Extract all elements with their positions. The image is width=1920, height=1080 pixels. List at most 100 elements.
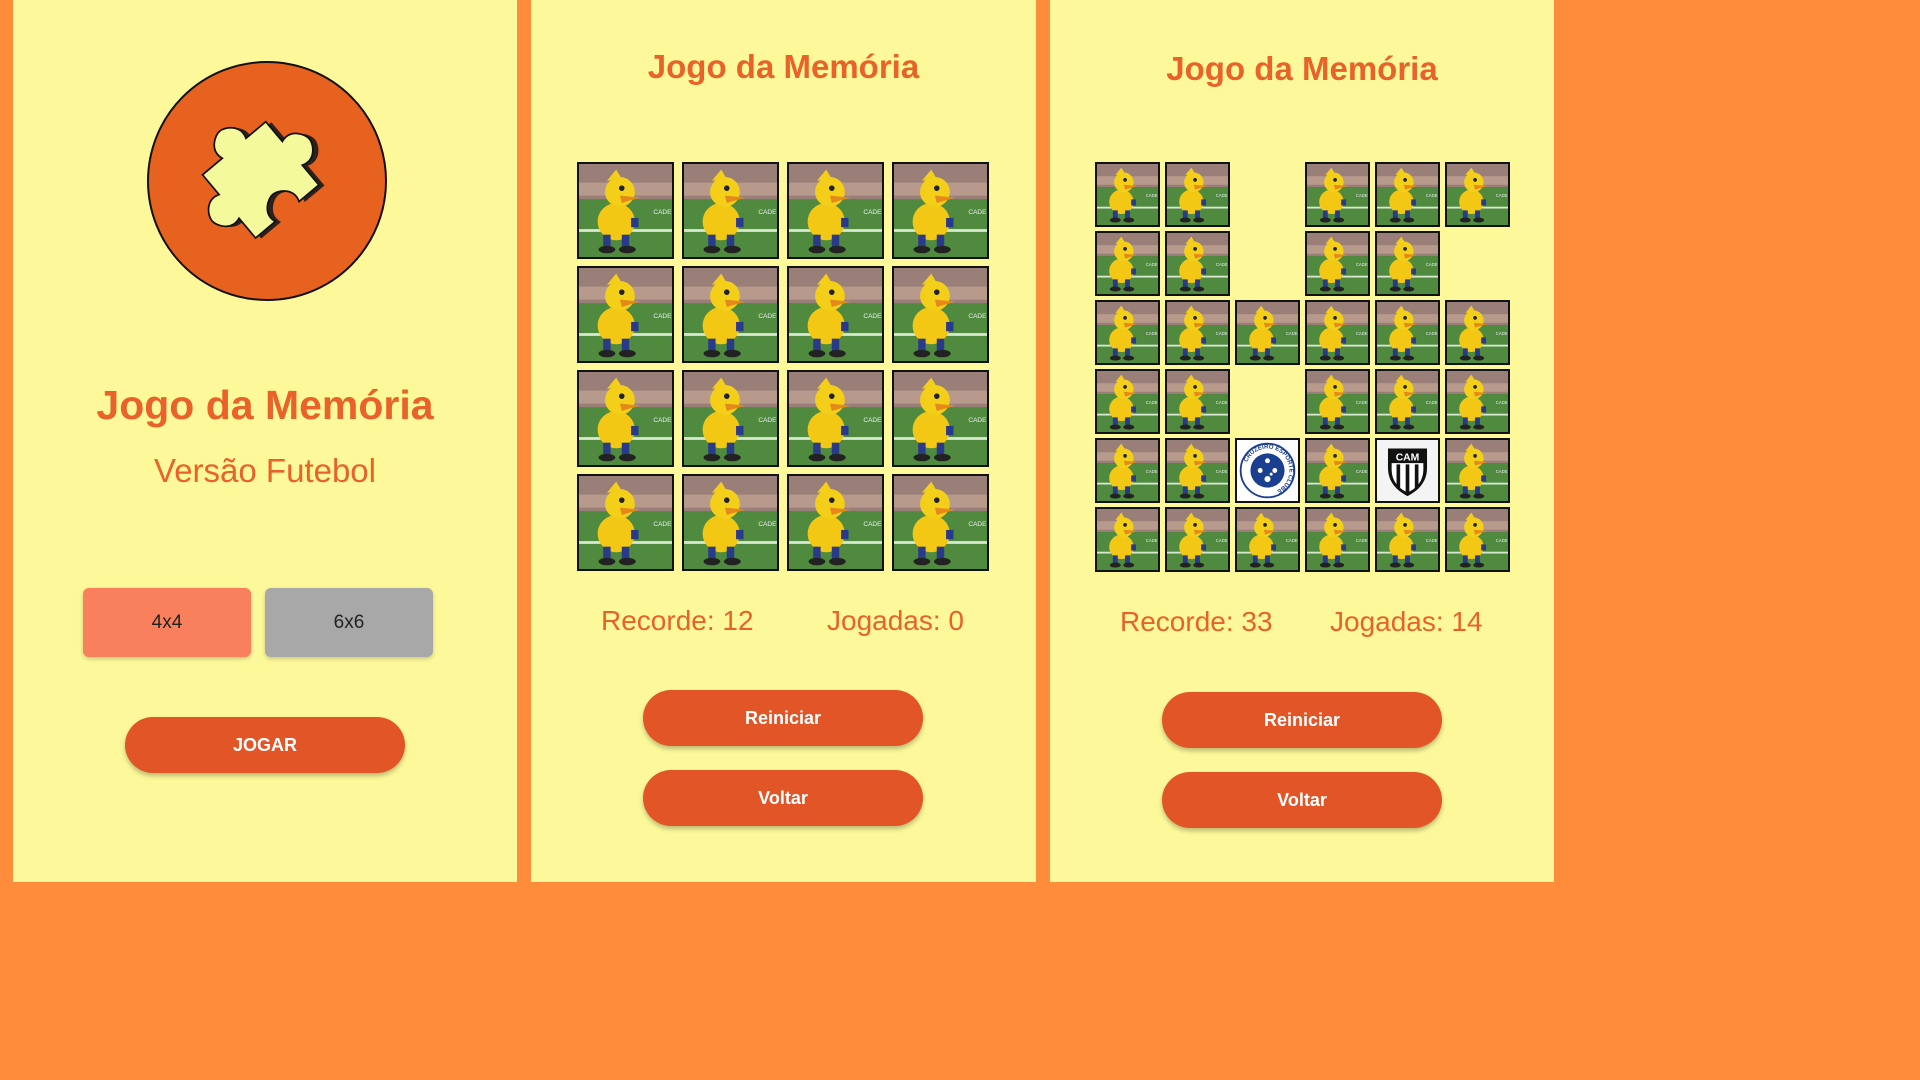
card-back[interactable]: CADEMY [577, 266, 674, 363]
svg-text:CADEMY: CADEMY [1216, 331, 1228, 336]
card-back[interactable]: CADEMY [892, 370, 989, 467]
svg-text:CADEMY: CADEMY [653, 521, 672, 528]
card-back[interactable]: CADEMY [1235, 300, 1300, 365]
card-back[interactable]: CADEMY [892, 474, 989, 571]
card-atletico-crest[interactable]: CAM [1375, 438, 1440, 503]
svg-text:CADEMY: CADEMY [653, 313, 672, 320]
svg-text:CADEMY: CADEMY [1216, 193, 1228, 198]
svg-text:CADEMY: CADEMY [968, 313, 987, 320]
svg-text:CADEMY: CADEMY [1426, 331, 1438, 336]
card-back[interactable]: CADEMY [1375, 300, 1440, 365]
svg-text:CADEMY: CADEMY [968, 417, 987, 424]
svg-text:CADEMY: CADEMY [1496, 193, 1508, 198]
card-back[interactable]: CADEMY [1375, 231, 1440, 296]
card-back[interactable]: CADEMY [1445, 507, 1510, 572]
card-back[interactable]: CADEMY [1445, 162, 1510, 227]
svg-text:CADEMY: CADEMY [1426, 538, 1438, 543]
moves-label: Jogadas: 14 [1330, 606, 1483, 637]
svg-text:CADEMY: CADEMY [863, 313, 882, 320]
card-back[interactable]: CADEMY [682, 370, 779, 467]
svg-text:CADEMY: CADEMY [1496, 538, 1508, 543]
size-4x4-button[interactable]: 4x4 [83, 588, 251, 657]
card-back[interactable]: CADEMY [1165, 162, 1230, 227]
card-back[interactable]: CADEMY [1095, 231, 1160, 296]
svg-text:CADEMY: CADEMY [1426, 193, 1438, 198]
svg-text:CADEMY: CADEMY [1146, 262, 1158, 267]
restart-button[interactable]: Reiniciar [1162, 692, 1442, 748]
card-back[interactable]: CADEMY [1305, 369, 1370, 434]
svg-text:CADEMY: CADEMY [968, 209, 987, 216]
svg-text:CADEMY: CADEMY [1426, 262, 1438, 267]
card-back[interactable]: CADEMY [1305, 507, 1370, 572]
card-back[interactable]: CADEMY [1165, 369, 1230, 434]
card-back[interactable]: CADEMY [577, 474, 674, 571]
svg-text:CADEMY: CADEMY [1356, 193, 1368, 198]
card-back[interactable]: CADEMY [1095, 438, 1160, 503]
svg-text:CADEMY: CADEMY [1146, 400, 1158, 405]
record-label: Recorde: 12 [601, 605, 754, 636]
card-back[interactable]: CADEMY [1095, 300, 1160, 365]
card-back[interactable]: CADEMY [892, 266, 989, 363]
svg-text:CAM: CAM [1396, 453, 1420, 464]
card-back[interactable]: CADEMY [787, 162, 884, 259]
card-back[interactable]: CADEMY [1165, 231, 1230, 296]
restart-button[interactable]: Reiniciar [643, 690, 923, 746]
card-back[interactable]: CADEMY [1445, 300, 1510, 365]
game-title: Jogo da Memória [1166, 50, 1438, 87]
svg-text:CADEMY: CADEMY [1146, 469, 1158, 474]
svg-text:CADEMY: CADEMY [653, 417, 672, 424]
card-back[interactable]: CADEMY [1095, 369, 1160, 434]
svg-text:CADEMY: CADEMY [968, 521, 987, 528]
game-6x6-screen: Jogo da Memória CADEMY CADEMY CADEMY CADEMY… [1050, 0, 1554, 882]
back-button[interactable]: Voltar [643, 770, 923, 826]
svg-text:CADEMY: CADEMY [758, 209, 777, 216]
card-back[interactable]: CADEMY [1445, 369, 1510, 434]
matched-slot [1445, 231, 1510, 296]
svg-text:CADEMY: CADEMY [1216, 400, 1228, 405]
card-back[interactable]: CADEMY [1235, 507, 1300, 572]
svg-text:CADEMY: CADEMY [1216, 469, 1228, 474]
card-back[interactable]: CADEMY [787, 370, 884, 467]
card-back[interactable]: CADEMY [682, 266, 779, 363]
app-subtitle: Versão Futebol [154, 452, 376, 489]
moves-label: Jogadas: 0 [827, 605, 964, 636]
svg-text:CADEMY: CADEMY [1356, 538, 1368, 543]
card-cruzeiro-crest[interactable]: CRUZEIRO ESPORTE CLUBE [1235, 438, 1300, 503]
svg-text:CADEMY: CADEMY [1496, 400, 1508, 405]
card-back[interactable]: CADEMY [1095, 507, 1160, 572]
matched-slot [1235, 162, 1300, 227]
card-back[interactable]: CADEMY [1375, 507, 1440, 572]
card-back[interactable]: CADEMY [1305, 231, 1370, 296]
card-grid-4x4: CADEMY CADEMY CADEMY CADEMY CADEMY CADEMY CADE… [577, 162, 990, 571]
svg-text:CADEMY: CADEMY [653, 209, 672, 216]
svg-text:CADEMY: CADEMY [863, 521, 882, 528]
card-back[interactable]: CADEMY [1375, 369, 1440, 434]
card-back[interactable]: CADEMY [577, 162, 674, 259]
card-back[interactable]: CADEMY [1305, 162, 1370, 227]
game-title: Jogo da Memória [647, 48, 920, 85]
card-back[interactable]: CADEMY [1305, 438, 1370, 503]
card-back[interactable]: CADEMY [682, 162, 779, 259]
svg-text:CADEMY: CADEMY [1216, 262, 1228, 267]
card-back[interactable]: CADEMY [892, 162, 989, 259]
card-back[interactable]: CADEMY [1375, 162, 1440, 227]
svg-text:CADEMY: CADEMY [758, 417, 777, 424]
card-back[interactable]: CADEMY [1445, 438, 1510, 503]
size-6x6-button[interactable]: 6x6 [265, 588, 433, 657]
card-back[interactable]: CADEMY [577, 370, 674, 467]
game-4x4-screen: Jogo da Memória CADEMYCADEMYCADEMYCADEMY… [531, 0, 1036, 882]
card-back[interactable]: CADEMY [787, 474, 884, 571]
card-back[interactable]: CADEMY [1165, 300, 1230, 365]
play-button[interactable]: JOGAR [125, 717, 405, 773]
svg-text:CADEMY: CADEMY [1286, 331, 1298, 336]
card-back[interactable]: CADEMY [787, 266, 884, 363]
card-back[interactable]: CADEMY [1165, 507, 1230, 572]
svg-text:CADEMY: CADEMY [1286, 538, 1298, 543]
svg-text:CADEMY: CADEMY [1146, 538, 1158, 543]
back-button[interactable]: Voltar [1162, 772, 1442, 828]
card-back[interactable]: CADEMY [1305, 300, 1370, 365]
svg-text:CADEMY: CADEMY [863, 209, 882, 216]
card-back[interactable]: CADEMY [682, 474, 779, 571]
card-back[interactable]: CADEMY [1165, 438, 1230, 503]
card-back[interactable]: CADEMY [1095, 162, 1160, 227]
